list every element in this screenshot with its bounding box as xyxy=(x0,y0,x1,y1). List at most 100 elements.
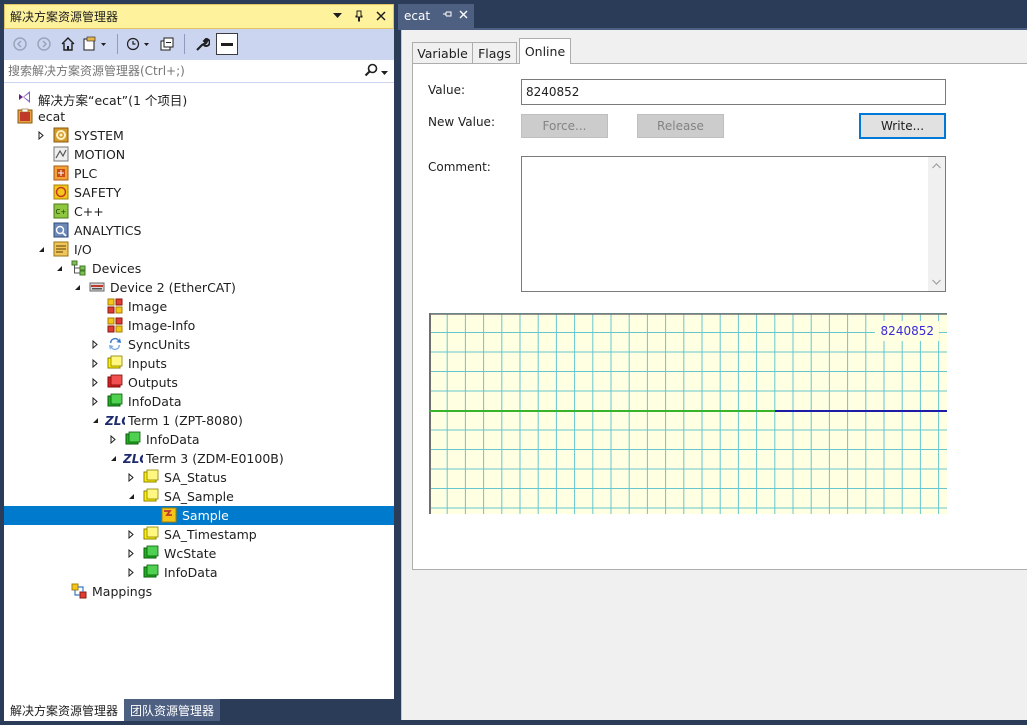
close-icon[interactable] xyxy=(459,9,468,22)
image-info-icon xyxy=(107,317,123,333)
tree-node-label: MOTION xyxy=(74,147,126,162)
svg-text:ZLG: ZLG xyxy=(123,452,143,466)
collapsed-arrow-icon[interactable] xyxy=(126,563,136,582)
tree-node-device-2-ethercat[interactable]: Device 2 (EtherCAT) xyxy=(4,278,394,297)
collapsed-arrow-icon[interactable] xyxy=(90,354,100,373)
dropdown-icon[interactable] xyxy=(329,8,345,24)
tree-node-outputs[interactable]: Outputs xyxy=(4,373,394,392)
pin-icon[interactable] xyxy=(351,8,367,24)
tree-node-c[interactable]: C+ C++ xyxy=(4,202,394,221)
expanded-arrow-icon[interactable] xyxy=(90,411,100,430)
solution-explorer-titlebar: 解决方案资源管理器 xyxy=(4,4,394,29)
switch-views-icon[interactable] xyxy=(82,33,110,55)
solution-tree: 解决方案“ecat”(1 个项目) ecat SYSTEM MOTION PLC SAFE… xyxy=(4,84,394,694)
tree-node-ecat-1[interactable]: 解决方案“ecat”(1 个项目) xyxy=(4,88,394,108)
collapsed-arrow-icon[interactable] xyxy=(36,126,46,145)
infodata-icon xyxy=(143,545,159,561)
tab-variable[interactable]: Variable xyxy=(412,42,473,64)
tree-node-label: Term 3 (ZDM-E0100B) xyxy=(146,451,284,466)
collapsed-arrow-icon[interactable] xyxy=(108,430,118,449)
tree-node-label: SA_Status xyxy=(164,470,227,485)
tab-team-explorer[interactable]: 团队资源管理器 xyxy=(124,699,221,721)
tree-node-sa-sample[interactable]: SA_Sample xyxy=(4,487,394,506)
properties-wrench-icon[interactable] xyxy=(192,33,212,55)
collapse-all-icon[interactable] xyxy=(157,33,177,55)
tree-node-ecat[interactable]: ecat xyxy=(4,107,394,126)
expanded-arrow-icon[interactable] xyxy=(54,259,64,278)
document-tab-ecat[interactable]: ecat xyxy=(398,4,474,28)
tree-node-syncunits[interactable]: SyncUnits xyxy=(4,335,394,354)
tree-node-sample[interactable]: Sample xyxy=(4,506,394,525)
value-label: Value: xyxy=(428,83,465,97)
tree-node-motion[interactable]: MOTION xyxy=(4,145,394,164)
tab-online[interactable]: Online xyxy=(519,38,571,64)
tree-node-label: PLC xyxy=(74,166,98,181)
cpp-icon: C+ xyxy=(53,203,69,219)
expanded-arrow-icon[interactable] xyxy=(72,278,82,297)
tree-node-system[interactable]: SYSTEM xyxy=(4,126,394,145)
online-value-scope: 8240852 xyxy=(428,312,947,514)
expanded-arrow-icon[interactable] xyxy=(108,449,118,468)
tree-node-label: Inputs xyxy=(128,356,167,371)
pin-icon[interactable] xyxy=(442,9,452,22)
tree-node-term-3-zdm-e0100b[interactable]: ZLGTerm 3 (ZDM-E0100B) xyxy=(4,449,394,468)
tree-node-analytics[interactable]: ANALYTICS xyxy=(4,221,394,240)
release-button[interactable]: Release xyxy=(637,114,724,138)
force-button[interactable]: Force... xyxy=(521,114,608,138)
preview-selected-items-icon[interactable] xyxy=(216,33,238,55)
toolbar-separator xyxy=(184,34,185,54)
tree-node-sa-timestamp[interactable]: SA_Timestamp xyxy=(4,525,394,544)
forward-icon[interactable] xyxy=(34,33,54,55)
search-icon[interactable] xyxy=(364,63,378,80)
tree-node-label: Device 2 (EtherCAT) xyxy=(110,280,236,295)
tree-node-infodata[interactable]: InfoData xyxy=(4,430,394,449)
tree-node-wcstate[interactable]: WcState xyxy=(4,544,394,563)
tree-node-term-1-zpt-8080[interactable]: ZLGTerm 1 (ZPT-8080) xyxy=(4,411,394,430)
tree-node-image-info[interactable]: Image-Info xyxy=(4,316,394,335)
collapsed-arrow-icon[interactable] xyxy=(90,392,100,411)
tree-node-inputs[interactable]: Inputs xyxy=(4,354,394,373)
tab-solution-explorer[interactable]: 解决方案资源管理器 xyxy=(4,699,125,721)
collapsed-arrow-icon[interactable] xyxy=(126,525,136,544)
scope-background xyxy=(429,313,947,514)
comment-textarea[interactable] xyxy=(521,156,946,292)
expanded-arrow-icon[interactable] xyxy=(36,240,46,259)
tree-node-label: SYSTEM xyxy=(74,128,124,143)
tree-node-label: SAFETY xyxy=(74,185,122,200)
collapsed-arrow-icon[interactable] xyxy=(126,544,136,563)
write-button[interactable]: Write... xyxy=(859,113,946,139)
back-icon[interactable] xyxy=(10,33,30,55)
search-options-dropdown-icon[interactable] xyxy=(381,65,388,79)
tree-node-label: SA_Sample xyxy=(164,489,234,504)
tree-node-infodata[interactable]: InfoData xyxy=(4,392,394,411)
tree-node-infodata[interactable]: InfoData xyxy=(4,563,394,582)
collapsed-arrow-icon[interactable] xyxy=(90,373,100,392)
tree-node-label: Mappings xyxy=(92,584,153,599)
svg-text:ZLG: ZLG xyxy=(105,414,125,428)
collapsed-arrow-icon[interactable] xyxy=(90,335,100,354)
search-input[interactable] xyxy=(8,64,348,78)
tree-node-image[interactable]: Image xyxy=(4,297,394,316)
tree-node-sa-status[interactable]: SA_Status xyxy=(4,468,394,487)
tree-node-label: InfoData xyxy=(128,394,182,409)
tree-node-plc[interactable]: PLC xyxy=(4,164,394,183)
expanded-arrow-icon[interactable] xyxy=(126,487,136,506)
svg-text:C+: C+ xyxy=(56,208,67,216)
home-icon[interactable] xyxy=(58,33,78,55)
tree-node-safety[interactable]: SAFETY xyxy=(4,183,394,202)
collapsed-arrow-icon[interactable] xyxy=(126,468,136,487)
analytics-icon xyxy=(53,222,69,238)
comment-scrollbar[interactable] xyxy=(928,157,945,291)
tree-node-label: ANALYTICS xyxy=(74,223,142,238)
ethercat-device-icon xyxy=(89,279,105,295)
pending-changes-icon[interactable] xyxy=(125,33,153,55)
tree-node-i-o[interactable]: I/O xyxy=(4,240,394,259)
close-icon[interactable] xyxy=(373,8,389,24)
tree-node-label: I/O xyxy=(74,242,92,257)
tree-node-mappings[interactable]: Mappings xyxy=(4,582,394,601)
tree-node-devices[interactable]: Devices xyxy=(4,259,394,278)
tree-node-label: C++ xyxy=(74,204,104,219)
tree-node-label: WcState xyxy=(164,546,217,561)
solution-explorer-panel: 解决方案资源管理器 搜索解决方案资源管理器(Ctrl+;) 解决方案“ecat”… xyxy=(4,4,394,699)
tab-flags[interactable]: Flags xyxy=(472,42,517,64)
